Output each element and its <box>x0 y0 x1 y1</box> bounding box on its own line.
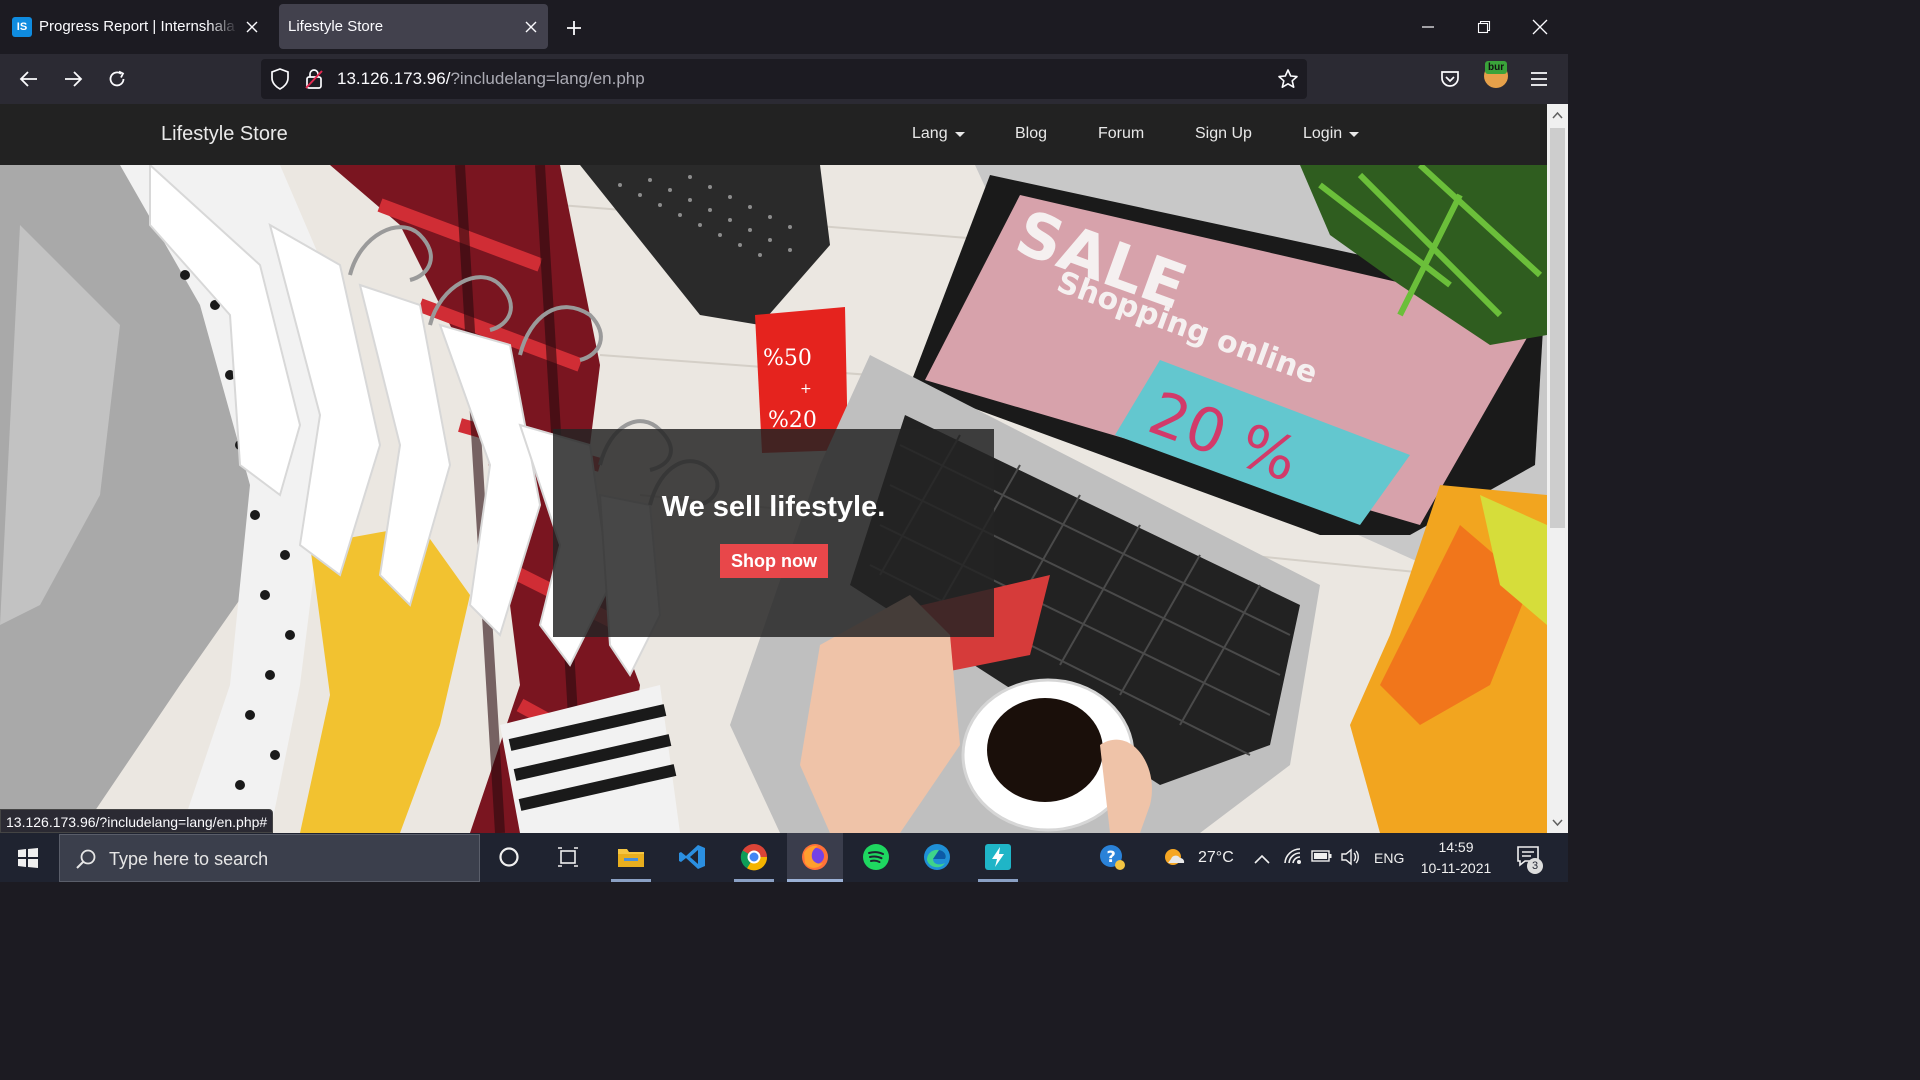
caret-down-icon <box>954 131 965 137</box>
svg-text:?: ? <box>1107 847 1116 866</box>
tab-title: Lifestyle Store <box>288 18 384 35</box>
tag-top-text: %50 <box>763 346 812 371</box>
vscode-icon[interactable] <box>676 841 708 873</box>
scroll-thumb[interactable] <box>1550 128 1565 528</box>
cortana-icon[interactable] <box>493 841 525 873</box>
task-view-icon[interactable] <box>552 841 584 873</box>
url-text[interactable]: 13.126.173.96/?includelang=lang/en.php <box>337 69 645 89</box>
pocket-icon[interactable] <box>1438 67 1462 91</box>
url-host: 13.126.173.96/ <box>337 69 451 88</box>
site-brand[interactable]: Lifestyle Store <box>161 123 288 146</box>
back-arrow-icon[interactable] <box>17 67 41 91</box>
firefox-icon[interactable] <box>799 841 831 873</box>
hero-banner: %50 + %20 SALE Shopping online 20 % We s… <box>0 165 1547 833</box>
restore-window-icon[interactable] <box>1471 14 1497 40</box>
tab-title: Progress Report | Internshala Trainings <box>39 18 238 35</box>
search-icon <box>75 848 97 875</box>
nav-blog-link[interactable]: Blog <box>1015 125 1047 143</box>
input-language[interactable]: ENG <box>1374 850 1404 866</box>
tracking-protection-shield-icon[interactable] <box>270 68 290 95</box>
page-scrollbar[interactable] <box>1547 104 1568 833</box>
windows-taskbar: Type here to search ? 27°C ENG 14:59 10-… <box>0 833 1568 882</box>
weather-sun-icon[interactable] <box>1158 841 1190 873</box>
taskbar-clock[interactable]: 14:59 10-11-2021 <box>1412 837 1500 879</box>
bookmark-star-icon[interactable] <box>1277 68 1299 95</box>
address-bar[interactable]: 13.126.173.96/?includelang=lang/en.php <box>261 59 1307 99</box>
bolt-app-icon[interactable] <box>982 841 1014 873</box>
speaker-volume-icon[interactable] <box>1340 848 1360 871</box>
hero-tagline: We sell lifestyle. <box>661 491 886 523</box>
windows-start-icon[interactable] <box>16 846 40 870</box>
shop-now-button[interactable]: Shop now <box>720 544 828 578</box>
status-bar-link: 13.126.173.96/?includelang=lang/en.php# <box>0 809 274 833</box>
minimize-window-icon[interactable] <box>1415 14 1441 40</box>
file-explorer-icon[interactable] <box>615 841 647 873</box>
insecure-lock-icon[interactable] <box>304 68 324 95</box>
nav-lang-label: Lang <box>912 125 948 142</box>
nav-login-label: Login <box>1303 125 1343 142</box>
internshala-favicon-icon: IS <box>12 16 32 37</box>
nav-forum-link[interactable]: Forum <box>1098 125 1144 143</box>
bolt-app-running-indicator <box>978 879 1018 882</box>
chrome-running-indicator <box>734 879 774 882</box>
show-hidden-icons-chevron-icon[interactable] <box>1254 851 1270 869</box>
tab-lifestyle-store[interactable]: Lifestyle Store <box>279 4 548 49</box>
scroll-up-arrow-icon[interactable] <box>1552 109 1563 120</box>
close-tab-icon[interactable] <box>244 19 260 35</box>
clock-date: 10-11-2021 <box>1420 860 1492 876</box>
tab-strip: IS Progress Report | Internshala Trainin… <box>0 0 1568 54</box>
page-viewport: Lifestyle Store Lang Blog Forum Sign Up … <box>0 104 1547 833</box>
taskbar-search-box[interactable]: Type here to search <box>59 834 480 882</box>
forward-arrow-icon[interactable] <box>61 67 85 91</box>
new-tab-button[interactable] <box>562 16 586 40</box>
edge-icon[interactable] <box>921 841 953 873</box>
nav-lang-dropdown[interactable]: Lang <box>912 125 965 143</box>
nav-login-dropdown[interactable]: Login <box>1303 125 1360 143</box>
navigation-toolbar: 13.126.173.96/?includelang=lang/en.php <box>0 54 1568 104</box>
tab-progress-report[interactable]: IS Progress Report | Internshala Trainin… <box>4 4 268 49</box>
extension-badge: bur <box>1485 61 1508 74</box>
chrome-icon[interactable] <box>738 841 770 873</box>
battery-icon[interactable] <box>1311 849 1333 868</box>
search-placeholder: Type here to search <box>109 849 269 869</box>
site-navbar: Lifestyle Store Lang Blog Forum Sign Up … <box>0 104 1547 165</box>
tag-plus-text: + <box>800 381 812 397</box>
app-menu-hamburger-icon[interactable] <box>1527 67 1551 91</box>
file-explorer-running-indicator <box>611 879 651 882</box>
wifi-icon[interactable] <box>1283 847 1303 870</box>
notification-count-badge: 3 <box>1527 858 1543 874</box>
clock-time: 14:59 <box>1438 839 1474 855</box>
url-path: ?includelang=lang/en.php <box>450 69 645 88</box>
scroll-down-arrow-icon[interactable] <box>1552 817 1563 828</box>
hero-overlay: We sell lifestyle. Shop now <box>553 429 994 637</box>
help-icon[interactable]: ? <box>1096 841 1128 873</box>
nav-signup-link[interactable]: Sign Up <box>1195 125 1252 143</box>
close-tab-icon[interactable] <box>523 19 539 35</box>
close-window-icon[interactable] <box>1527 14 1553 40</box>
reload-icon[interactable] <box>105 67 129 91</box>
spotify-icon[interactable] <box>860 841 892 873</box>
weather-temperature[interactable]: 27°C <box>1198 849 1234 867</box>
caret-down-icon <box>1349 131 1360 137</box>
